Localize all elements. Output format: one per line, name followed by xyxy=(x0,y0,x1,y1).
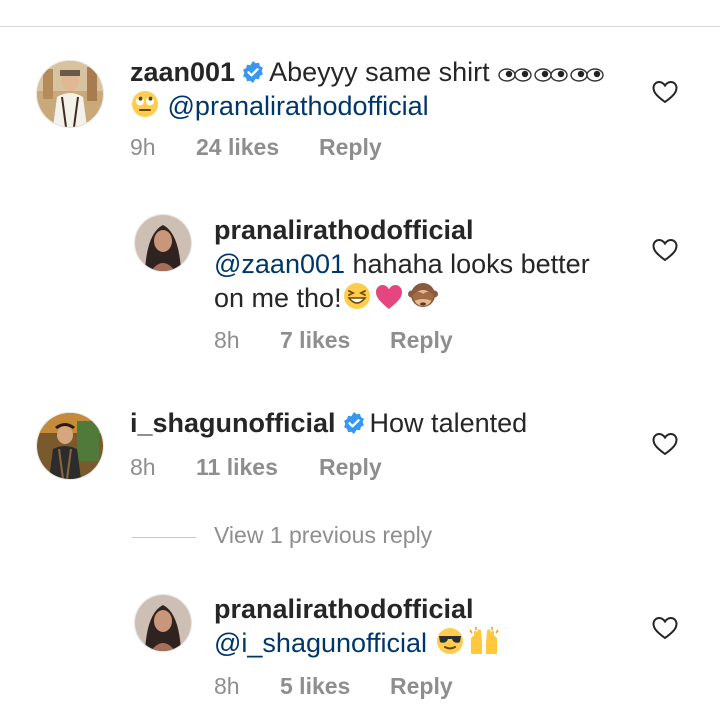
like-heart-icon[interactable] xyxy=(652,616,678,640)
comment-text-line2: on me tho! xyxy=(214,283,342,313)
mention-link[interactable]: @zaan001 xyxy=(214,249,345,279)
eyes-emoji xyxy=(569,65,605,85)
mention-link[interactable]: @i_shagunofficial xyxy=(214,628,427,658)
comment-time: 8h xyxy=(130,454,156,480)
view-previous-label[interactable]: View 1 previous reply xyxy=(214,522,432,549)
reply-button[interactable]: Reply xyxy=(390,672,453,700)
like-heart-icon[interactable] xyxy=(652,80,678,104)
reply-button[interactable]: Reply xyxy=(390,326,453,354)
pink-heart-emoji xyxy=(374,283,404,311)
comment-body: pranalirathodofficial @i_shagunofficial xyxy=(214,592,634,660)
see-no-evil-monkey-emoji xyxy=(407,281,438,311)
comment-time: 8h xyxy=(214,673,240,699)
comment-likes[interactable]: 5 likes xyxy=(280,672,350,700)
rolling-eyes-emoji xyxy=(130,89,160,119)
like-heart-icon[interactable] xyxy=(652,432,678,456)
comment-text: hahaha looks better xyxy=(345,249,590,279)
comment-likes[interactable]: 11 likes xyxy=(196,453,278,481)
verified-badge-icon xyxy=(241,60,265,84)
comment-time: 8h xyxy=(214,327,240,353)
comment-body: zaan001 Abeyyy same shirt @pranalirathodo… xyxy=(130,55,640,123)
comment-meta: 8h 11 likes Reply xyxy=(130,453,530,481)
comment-meta: 9h 24 likes Reply xyxy=(130,133,530,161)
grinning-squinting-emoji xyxy=(342,281,372,311)
reply-button[interactable]: Reply xyxy=(319,133,382,161)
comment-text: Abeyyy same shirt xyxy=(269,57,490,87)
mention-link[interactable]: @pranalirathodofficial xyxy=(168,91,429,121)
reply-button[interactable]: Reply xyxy=(319,453,382,481)
comment-meta: 8h 7 likes Reply xyxy=(214,326,614,354)
comment-likes[interactable]: 24 likes xyxy=(196,133,279,161)
comment-time: 9h xyxy=(130,134,156,160)
like-heart-icon[interactable] xyxy=(652,238,678,262)
avatar-i_shagunofficial[interactable] xyxy=(36,412,104,480)
comment-username[interactable]: pranalirathodofficial xyxy=(214,594,474,624)
verified-badge-icon xyxy=(342,411,366,435)
view-previous-divider xyxy=(132,537,196,538)
comment-username[interactable]: pranalirathodofficial xyxy=(214,215,474,245)
comment-username[interactable]: i_shagunofficial xyxy=(130,408,336,438)
avatar-pranalirathodofficial[interactable] xyxy=(134,594,192,652)
comment-body: pranalirathodofficial @zaan001 hahaha lo… xyxy=(214,213,634,315)
comment-text: How talented xyxy=(369,408,528,438)
eyes-emoji xyxy=(533,65,569,85)
top-divider xyxy=(0,26,720,27)
comment-body: i_shagunofficial How talented xyxy=(130,406,640,440)
eyes-emoji xyxy=(497,65,533,85)
comment-meta: 8h 5 likes Reply xyxy=(214,672,614,700)
avatar-pranalirathodofficial[interactable] xyxy=(134,214,192,272)
avatar-zaan001[interactable] xyxy=(36,60,104,128)
comment-username[interactable]: zaan001 xyxy=(130,57,235,87)
comment-likes[interactable]: 7 likes xyxy=(280,326,350,354)
raised-hands-emoji xyxy=(467,626,501,656)
view-previous-replies[interactable]: View 1 previous reply xyxy=(132,522,652,554)
sunglasses-emoji xyxy=(435,626,465,656)
